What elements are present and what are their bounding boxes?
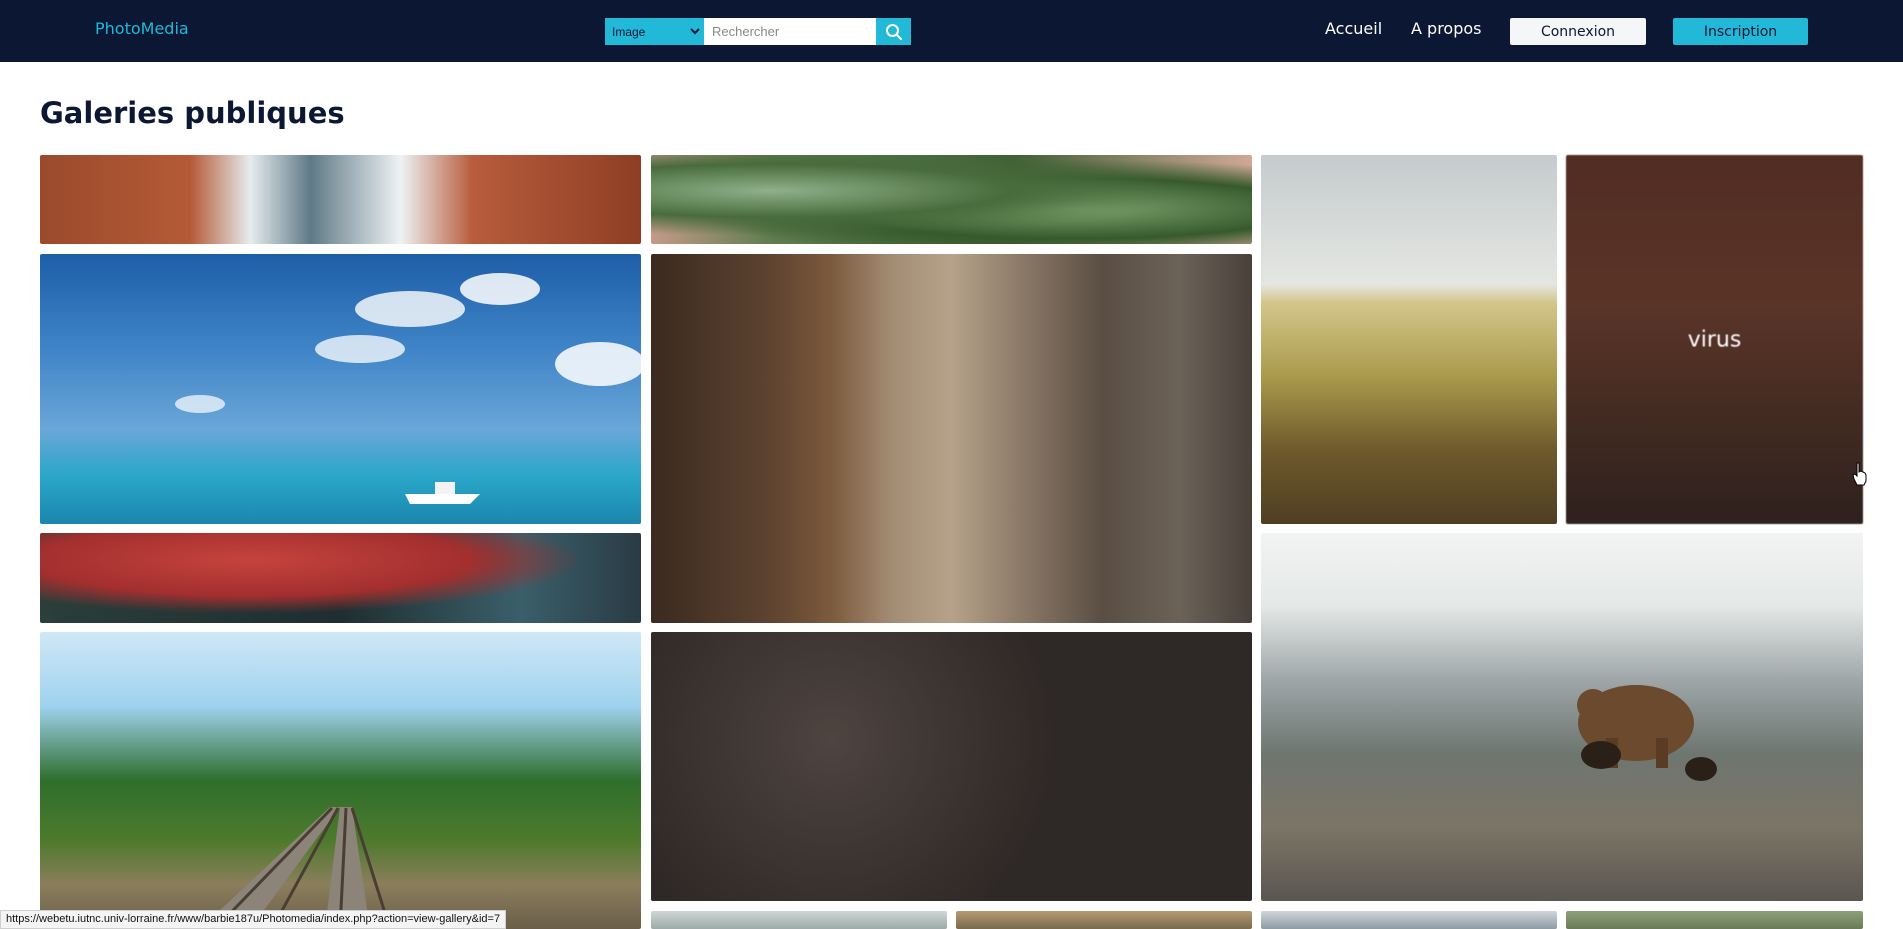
nav-link-accueil[interactable]: Accueil (1325, 19, 1382, 38)
gallery-tile-virus[interactable]: virus (1566, 155, 1863, 524)
page-title: Galeries publiques (40, 96, 345, 130)
search-bar: Image (605, 18, 911, 45)
gallery-tile-partial-2[interactable] (956, 911, 1252, 929)
top-navbar: PhotoMedia Image Accueil A propos Connex… (0, 0, 1903, 62)
railway-illustration (200, 806, 392, 929)
gallery-tile-railway[interactable] (40, 632, 641, 929)
gallery-caption-virus: virus (1687, 327, 1742, 352)
gallery-tile-sea-boat[interactable] (40, 254, 641, 524)
gallery-tile-buildings-alley[interactable] (651, 254, 1252, 623)
gallery-tile-partial-4[interactable] (1566, 911, 1863, 929)
login-button[interactable]: Connexion (1510, 18, 1646, 45)
brand-logo[interactable]: PhotoMedia (95, 19, 189, 38)
gallery-tile-pine-needles[interactable] (651, 155, 1252, 244)
gallery-tile-bridge-brick[interactable] (40, 155, 641, 244)
nav-link-a-propos[interactable]: A propos (1411, 19, 1481, 38)
signup-button[interactable]: Inscription (1673, 18, 1808, 45)
gallery-tile-red-umbrella[interactable] (40, 533, 641, 623)
search-type-select[interactable]: Image (605, 18, 704, 45)
search-button[interactable] (876, 18, 911, 45)
gallery-tile-bear-mountain[interactable] (1261, 533, 1863, 901)
search-input[interactable] (704, 18, 876, 45)
gallery-tile-wheat-field[interactable] (1261, 155, 1557, 524)
bear-illustration (1577, 685, 1717, 781)
gallery-tile-partial-3[interactable] (1261, 911, 1557, 929)
gallery-tile-dark-pebbles[interactable] (651, 632, 1252, 901)
status-bar-url: https://webetu.iutnc.univ-lorraine.fr/ww… (0, 910, 507, 929)
boat-illustration (175, 273, 641, 504)
search-icon (885, 23, 902, 40)
hand-cursor-icon (1852, 462, 1867, 486)
gallery-tile-partial-1[interactable] (651, 911, 947, 929)
